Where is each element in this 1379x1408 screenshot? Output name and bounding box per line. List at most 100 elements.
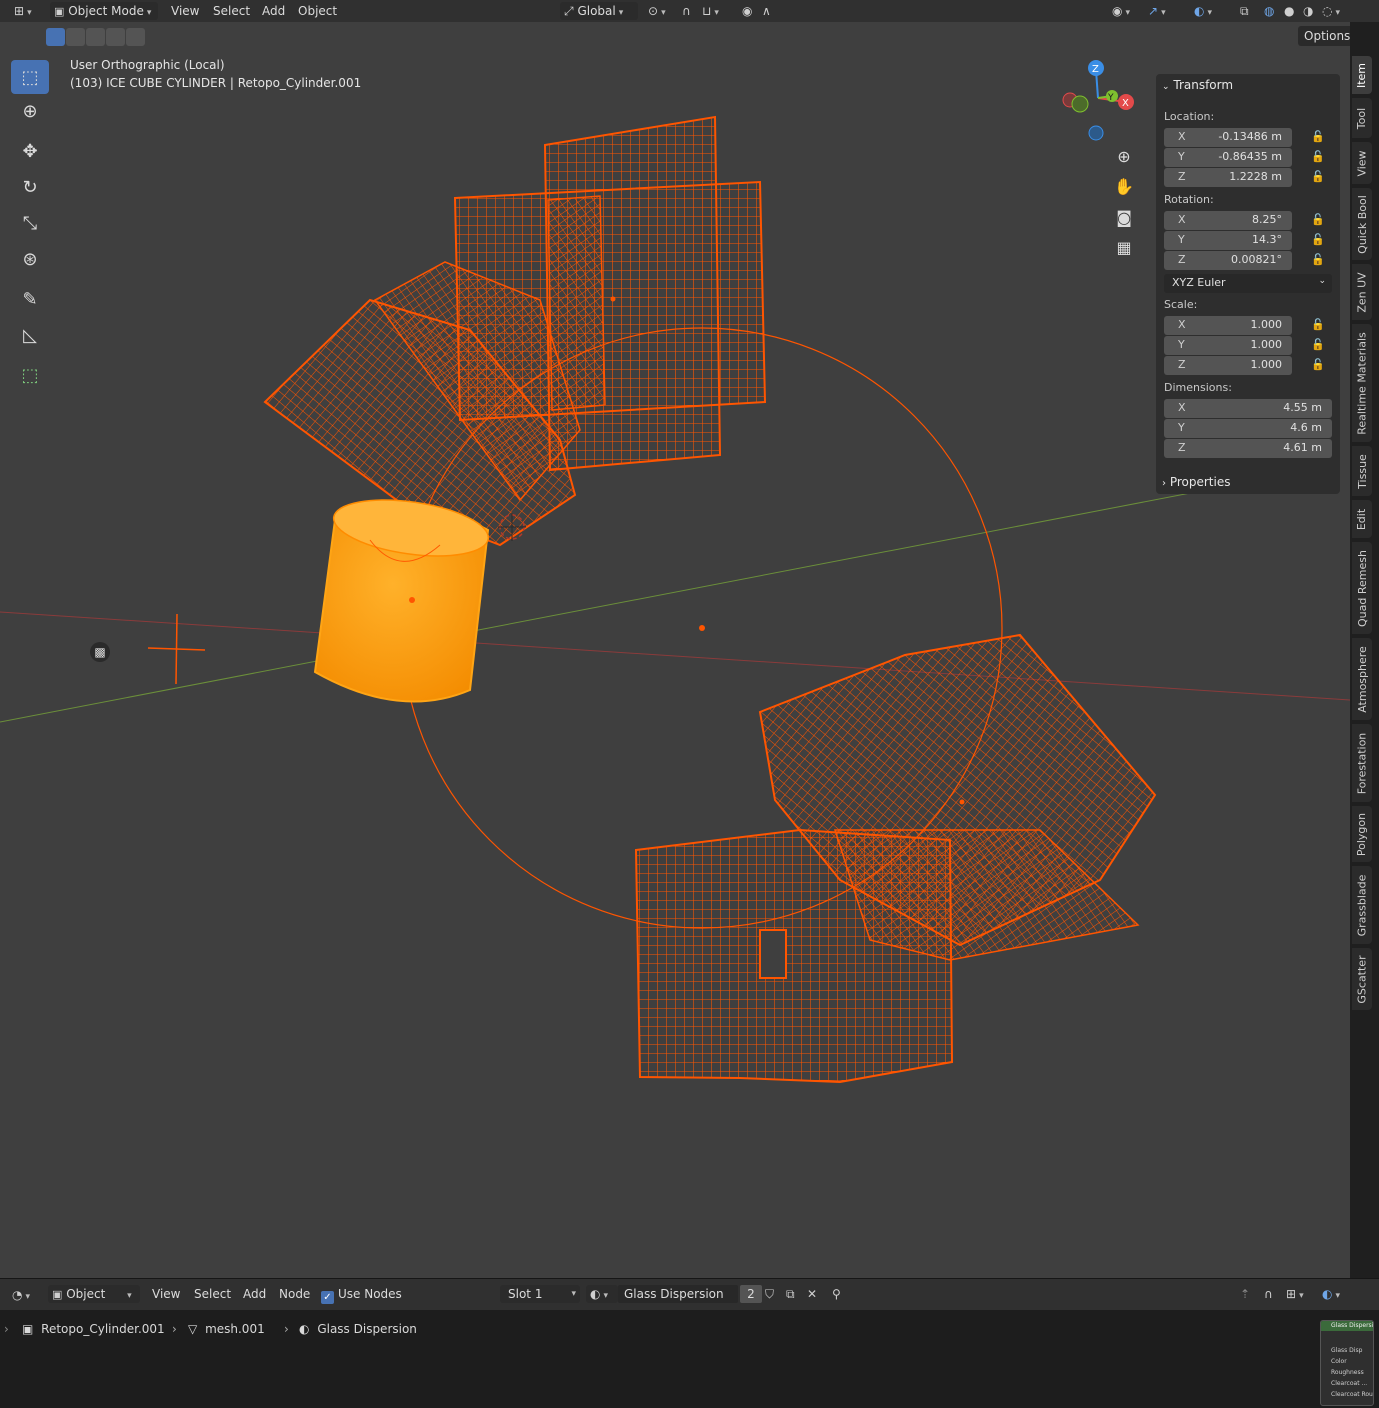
slot-dropdown[interactable]: Slot 1 ▾ [500,1285,580,1303]
menu-object[interactable]: Object [298,2,337,20]
use-nodes-checkbox[interactable]: ✓ Use Nodes [321,1285,402,1304]
pin-button[interactable]: ⚲ [832,1285,841,1303]
properties-panel-header[interactable]: › Properties [1162,471,1230,493]
transform-tool[interactable]: ⊛ [11,242,49,276]
snap-button[interactable]: ∩ [1264,1285,1273,1303]
editor-type-button[interactable]: ⊞ ▾ [14,2,32,20]
material-users-count[interactable]: 2 [740,1285,762,1303]
menu-view[interactable]: View [152,1285,180,1303]
snap-target-button[interactable]: ⊔ ▾ [702,2,719,20]
overlay-toggle[interactable]: ◐ ▾ [1194,2,1212,20]
breadcrumb-material[interactable]: ◐ Glass Dispersion [299,1322,417,1336]
menu-view[interactable]: View [171,2,199,20]
tab-tool[interactable]: Tool [1352,98,1372,138]
camera-view-button[interactable]: ◙ [1110,203,1138,231]
tab-tissue[interactable]: Tissue [1352,446,1372,496]
tab-quad-remesh[interactable]: Quad Remesh [1352,542,1372,634]
xray-toggle[interactable]: ⧉ [1240,2,1249,20]
tab-grassblade[interactable]: Grassblade [1352,866,1372,944]
annotate-tool[interactable]: ✎ [11,282,49,316]
lock-icon[interactable]: 🔓 [1310,338,1326,354]
lock-icon[interactable]: 🔓 [1310,318,1326,334]
unlink-material-button[interactable]: ✕ [807,1285,817,1303]
rotation-x-field[interactable]: X 8.25° [1164,211,1292,230]
fake-user-button[interactable]: ⛉ [765,1285,774,1303]
rotation-y-field[interactable]: Y 14.3° [1164,231,1292,250]
location-z-field[interactable]: Z 1.2228 m [1164,168,1292,187]
tab-view[interactable]: View [1352,142,1372,184]
tab-item[interactable]: Item [1352,56,1372,94]
select-mode-intersect[interactable] [126,28,145,46]
duplicate-material-button[interactable]: ⧉ [786,1285,795,1303]
shading-wireframe[interactable]: ◍ [1264,2,1274,20]
lock-icon[interactable]: 🔓 [1310,233,1326,249]
snap-grid-button[interactable]: ⊞ ▾ [1286,1285,1304,1303]
lock-icon[interactable]: 🔓 [1310,130,1326,146]
tab-edit[interactable]: Edit [1352,500,1372,538]
transform-panel-header[interactable]: ⌄ Transform [1162,74,1233,96]
select-mode-invert[interactable] [106,28,125,46]
navigation-gizmo[interactable]: Z Y X [1062,60,1134,141]
menu-node[interactable]: Node [279,1285,310,1303]
select-mode-new[interactable] [46,28,65,46]
shader-type-dropdown[interactable]: ▣ Object ▾ [48,1285,140,1303]
menu-select[interactable]: Select [194,1285,231,1303]
falloff-button[interactable]: ∧ [762,2,771,20]
select-box-tool[interactable]: ⬚ [11,60,49,94]
pivot-button[interactable]: ⊙ ▾ [648,2,666,20]
scale-y-field[interactable]: Y 1.000 [1164,336,1292,355]
snap-button[interactable]: ∩ [682,2,691,20]
shading-rendered[interactable]: ◌ ▾ [1322,2,1340,20]
material-browse-button[interactable]: ◐ ▾ [586,1285,618,1303]
shading-solid[interactable]: ● [1284,2,1294,20]
menu-add[interactable]: Add [262,2,285,20]
pan-button[interactable]: ✋ [1110,172,1138,200]
location-y-field[interactable]: Y -0.86435 m [1164,148,1292,167]
scale-z-field[interactable]: Z 1.000 [1164,356,1292,375]
lock-icon[interactable]: 🔓 [1310,170,1326,186]
tab-forestation[interactable]: Forestation [1352,724,1372,802]
menu-select[interactable]: Select [213,2,250,20]
orientation-dropdown[interactable]: ⤢ Global ▾ [560,2,638,20]
parent-node-tree-button[interactable]: ⇡ [1240,1285,1250,1303]
dimensions-x-field[interactable]: X 4.55 m [1164,399,1332,418]
scale-x-field[interactable]: X 1.000 [1164,316,1292,335]
cursor-tool[interactable]: ⊕ [11,94,49,128]
gizmo-toggle[interactable]: ↗ ▾ [1148,2,1166,20]
lock-icon[interactable]: 🔓 [1310,150,1326,166]
select-mode-subtract[interactable] [86,28,105,46]
add-cube-tool[interactable]: ⬚ [11,358,49,392]
visibility-button[interactable]: ◉ ▾ [1112,2,1130,20]
overlay-toggle[interactable]: ◐ ▾ [1322,1285,1340,1303]
options-dropdown[interactable]: Options▾ [1298,26,1350,46]
zoom-button[interactable]: ⊕ [1110,142,1138,170]
location-x-field[interactable]: X -0.13486 m [1164,128,1292,147]
tab-realtime-materials[interactable]: Realtime Materials [1352,324,1372,442]
shader-node[interactable]: Glass Dispersion Glass Disp Color Roughn… [1320,1320,1374,1406]
rotation-mode-dropdown[interactable]: XYZ Euler ⌄ [1164,274,1332,293]
proportional-edit-button[interactable]: ◉ [742,2,752,20]
breadcrumb-object[interactable]: ▣ Retopo_Cylinder.001 [22,1322,165,1336]
mode-dropdown[interactable]: ▣ Object Mode ▾ [50,2,158,20]
tab-quick-bool[interactable]: Quick Bool [1352,188,1372,260]
lock-icon[interactable]: 🔓 [1310,358,1326,374]
3d-viewport[interactable]: Z Y X User Orthographic (Local) (103) IC… [0,22,1350,1278]
lock-icon[interactable]: 🔓 [1310,253,1326,269]
breadcrumb-mesh[interactable]: ▽ mesh.001 [188,1322,265,1336]
move-tool[interactable]: ✥ [11,134,49,168]
ortho-toggle-button[interactable]: ▦ [1110,233,1138,261]
selected-cylinder[interactable] [313,491,492,703]
rotation-z-field[interactable]: Z 0.00821° [1164,251,1292,270]
tab-atmosphere[interactable]: Atmosphere [1352,638,1372,720]
rotate-tool[interactable]: ↻ [11,170,49,204]
dimensions-z-field[interactable]: Z 4.61 m [1164,439,1332,458]
editor-type-button[interactable]: ◔ ▾ [12,1286,30,1304]
tab-gscatter[interactable]: GScatter [1352,948,1372,1010]
tab-zen-uv[interactable]: Zen UV [1352,264,1372,320]
dimensions-y-field[interactable]: Y 4.6 m [1164,419,1332,438]
material-name-field[interactable]: Glass Dispersion [618,1285,738,1303]
measure-tool[interactable]: ◺ [11,318,49,352]
select-mode-extend[interactable] [66,28,85,46]
menu-add[interactable]: Add [243,1285,266,1303]
lock-icon[interactable]: 🔓 [1310,213,1326,229]
